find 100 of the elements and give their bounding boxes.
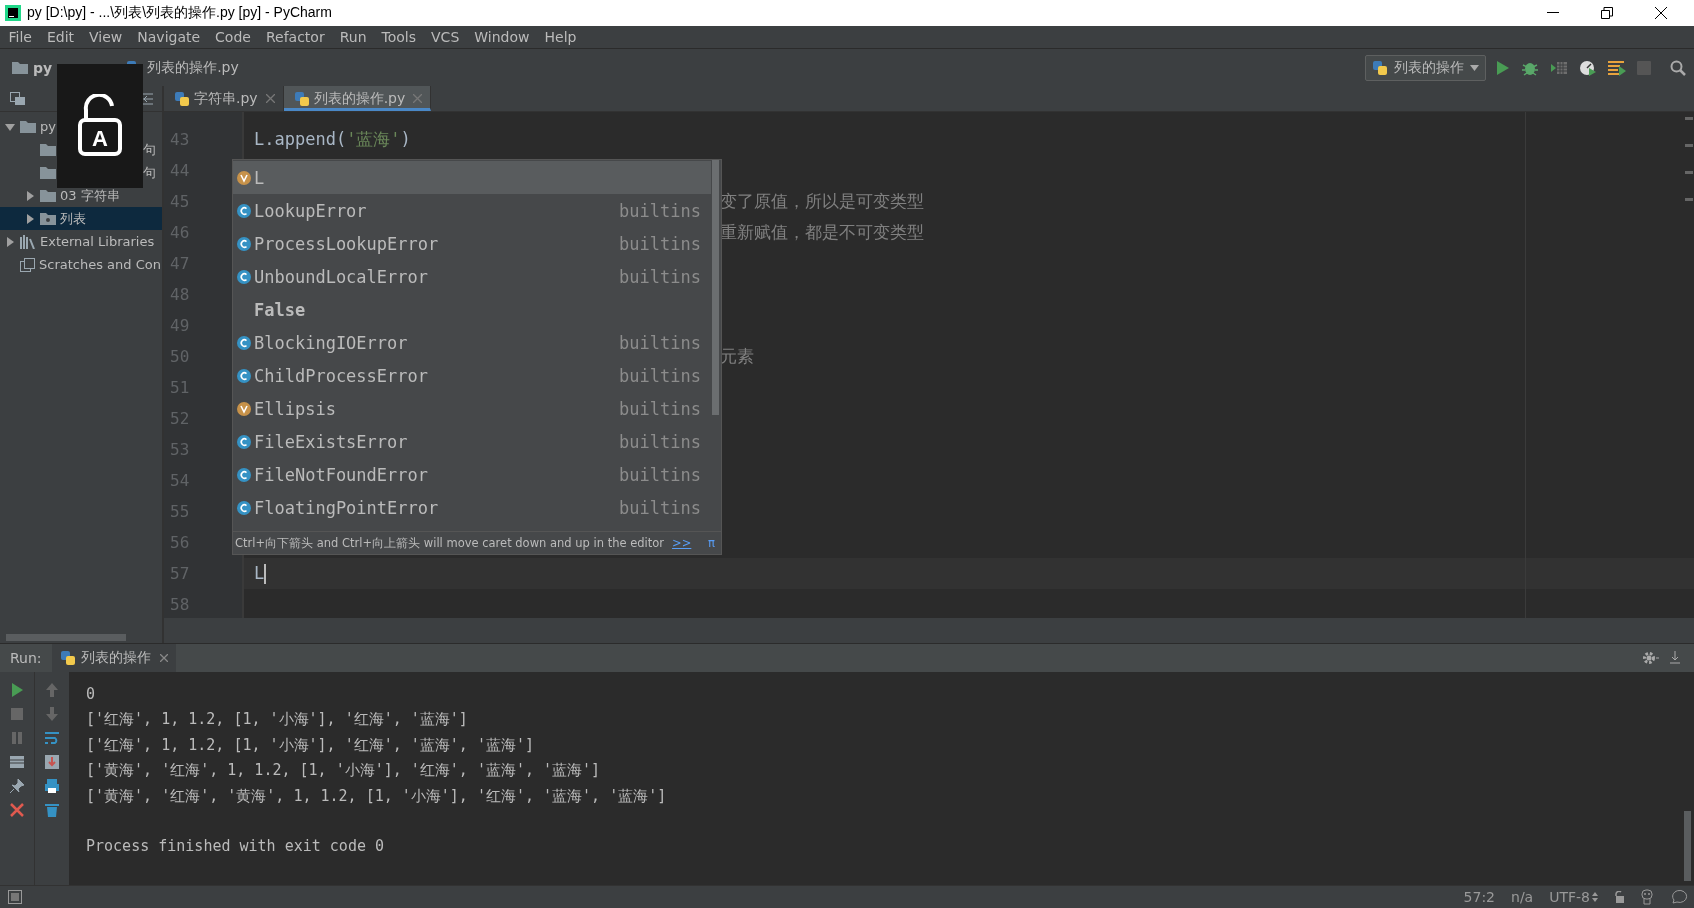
tree-item[interactable]: Scratches and Con	[0, 253, 162, 276]
caret-position[interactable]: 57:2	[1463, 889, 1495, 905]
error-stripe-mark	[1685, 198, 1693, 201]
code-comment: 元素	[720, 346, 754, 366]
completion-item[interactable]: LookupError builtins	[233, 194, 711, 227]
error-stripe-mark	[1685, 144, 1693, 147]
hint-link[interactable]: >>	[672, 536, 692, 550]
breadcrumb[interactable]: py	[33, 59, 53, 76]
collapse-icon[interactable]	[140, 92, 154, 105]
pin-icon[interactable]	[9, 778, 25, 794]
tree-item[interactable]: 列表	[0, 207, 162, 230]
run-icon[interactable]	[1496, 59, 1510, 76]
python-file-icon	[174, 90, 190, 107]
completion-item[interactable]: FloatingPointError builtins	[233, 491, 711, 524]
layout-icon[interactable]	[9, 754, 25, 770]
lock-icon[interactable]	[1614, 891, 1624, 903]
completion-item[interactable]: BlockingIOError builtins	[233, 326, 711, 359]
completion-item[interactable]: ProcessLookupError builtins	[233, 227, 711, 260]
text-caret	[264, 564, 267, 584]
folder-icon	[20, 120, 36, 133]
menu-item[interactable]: Edit	[39, 29, 82, 45]
tree-label: 句	[143, 163, 156, 182]
completion-item[interactable]: False	[233, 293, 711, 326]
menu-item[interactable]: VCS	[423, 29, 467, 45]
console-output-line: ['黄海', '红海', '黄海', 1, 1.2, [1, '小海'], '红海', '蓝海', '蓝海']	[86, 785, 668, 807]
run-icon[interactable]	[9, 682, 25, 698]
run-config-dropdown[interactable]: 列表的操作	[1365, 54, 1486, 81]
code-comment: 变了原值，所以是可变类型	[720, 191, 924, 211]
inspector-icon[interactable]	[1640, 889, 1654, 905]
tree-label: External Libraries	[40, 234, 155, 249]
concurrency-icon[interactable]	[1608, 59, 1626, 76]
project-view-icon[interactable]	[10, 91, 26, 106]
soft-wrap-icon[interactable]	[44, 730, 60, 746]
scrollbar-thumb[interactable]	[712, 160, 719, 415]
folder-icon	[40, 166, 56, 179]
code-line: L.append('蓝海')	[254, 129, 411, 149]
tree-item[interactable]: External Libraries	[0, 230, 162, 253]
menu-item[interactable]: Navigate	[129, 29, 208, 45]
expand-arrow-icon[interactable]	[5, 236, 15, 247]
profile-icon[interactable]	[1579, 58, 1597, 77]
chat-icon[interactable]	[1670, 889, 1688, 905]
completion-item[interactable]: FileNotFoundError builtins	[233, 458, 711, 491]
menu-item[interactable]: View	[81, 29, 130, 45]
editor-tab[interactable]: 字符串.py	[164, 86, 284, 111]
pin-toggle[interactable]: π	[708, 536, 715, 550]
editor-tab[interactable]: 列表的操作.py	[283, 86, 432, 111]
tree-label: Scratches and Con	[39, 257, 161, 272]
scratches-icon	[20, 257, 35, 272]
tree-item[interactable]: 句	[0, 161, 162, 184]
class-icon	[236, 499, 252, 516]
hide-panel-icon[interactable]	[1670, 651, 1680, 665]
class-icon	[236, 268, 252, 285]
console-output-line: ['红海', 1, 1.2, [1, '小海'], '红海', '蓝海']	[86, 709, 469, 731]
package-folder-icon	[40, 212, 56, 225]
window-title: py [D:\py] - ...\列表\列表的操作.py [py] - PyCharm	[27, 4, 333, 22]
search-icon[interactable]	[1670, 59, 1686, 76]
folder-icon	[40, 143, 56, 156]
scrollbar-thumb[interactable]	[6, 633, 126, 641]
menu-item[interactable]: File	[1, 29, 40, 45]
menu-item[interactable]: Run	[332, 29, 375, 45]
hint-text: Ctrl+向下箭头 and Ctrl+向上箭头 will move caret down and up in the editor	[235, 535, 665, 551]
scrollbar-thumb[interactable]	[1684, 811, 1691, 881]
libraries-icon	[20, 234, 36, 249]
scroll-to-end-icon[interactable]	[44, 754, 60, 770]
class-icon	[236, 334, 252, 351]
menu-item[interactable]: Help	[537, 29, 584, 45]
print-icon[interactable]	[44, 778, 60, 794]
tree-item[interactable]: 03 字符串	[0, 184, 162, 207]
menu-item[interactable]: Tools	[374, 29, 424, 45]
encoding-selector[interactable]: UTF-8	[1549, 889, 1598, 905]
updown-icon	[1592, 892, 1598, 902]
console-output-line: 0	[86, 684, 97, 705]
expand-arrow-icon[interactable]	[25, 213, 35, 224]
completion-item[interactable]: FileExistsError builtins	[233, 425, 711, 458]
close-icon[interactable]	[1655, 7, 1667, 19]
class-icon	[236, 367, 252, 384]
restore-icon[interactable]	[1601, 7, 1613, 19]
completion-item[interactable]: ChildProcessError builtins	[233, 359, 711, 392]
app-icon	[5, 5, 21, 21]
minimize-icon[interactable]	[1547, 12, 1559, 14]
expand-arrow-icon[interactable]	[25, 190, 35, 201]
completion-item[interactable]: Ellipsis builtins	[233, 392, 711, 425]
tree-label: 03 字符串	[60, 186, 120, 205]
tool-windows-icon[interactable]	[8, 890, 22, 904]
code-line: L	[254, 563, 265, 583]
class-icon	[236, 235, 252, 252]
line-separator[interactable]: n/a	[1511, 889, 1534, 905]
folder-icon	[40, 189, 56, 202]
run-tab[interactable]: 列表的操作	[51, 644, 176, 672]
completion-item[interactable]: L	[233, 161, 711, 194]
trash-icon[interactable]	[44, 802, 60, 818]
completion-item[interactable]: UnboundLocalError builtins	[233, 260, 711, 293]
breadcrumb[interactable]: 列表的操作.py	[147, 58, 239, 77]
menu-item[interactable]: Window	[466, 29, 537, 45]
menu-item[interactable]: Refactor	[258, 29, 333, 45]
error-stripe-mark	[1685, 117, 1693, 120]
menu-item[interactable]: Code	[207, 29, 259, 45]
settings-icon[interactable]	[1642, 650, 1660, 666]
expand-arrow-icon[interactable]	[5, 121, 15, 132]
python-icon	[1372, 59, 1388, 76]
